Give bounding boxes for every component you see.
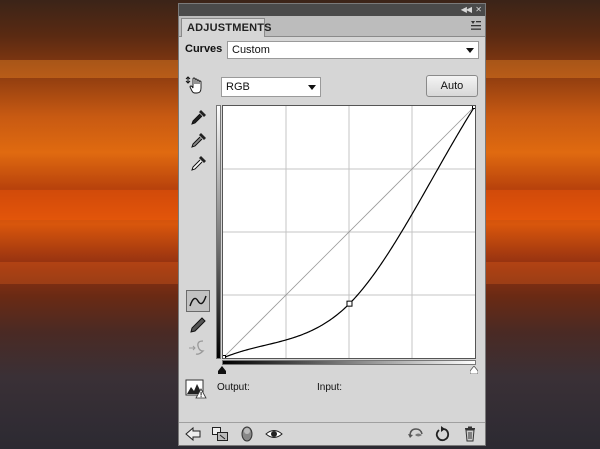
tab-adjustments[interactable]: ADJUSTMENTS bbox=[181, 18, 272, 37]
chevron-down-icon bbox=[466, 48, 474, 53]
reset-icon[interactable] bbox=[434, 426, 452, 442]
white-point-eyedropper-icon[interactable] bbox=[189, 153, 209, 173]
collapse-panel-icon[interactable]: ◀◀ bbox=[461, 5, 472, 15]
pencil-draw-icon[interactable] bbox=[188, 315, 208, 335]
view-previous-icon[interactable] bbox=[407, 426, 425, 442]
chevron-down-icon bbox=[308, 85, 316, 90]
curves-graph-svg[interactable] bbox=[223, 106, 475, 358]
on-image-adjust-icon[interactable] bbox=[185, 75, 205, 95]
expanded-view-icon[interactable] bbox=[211, 426, 229, 442]
panel-tab-strip: ADJUSTMENTS bbox=[179, 16, 485, 37]
channel-dropdown-value: RGB bbox=[226, 81, 250, 93]
preset-dropdown[interactable]: Custom bbox=[227, 41, 479, 59]
panel-bottom-toolbar bbox=[179, 422, 485, 445]
curve-control-point[interactable] bbox=[223, 355, 226, 359]
preset-dropdown-value: Custom bbox=[232, 44, 270, 56]
curve-control-point[interactable] bbox=[472, 106, 476, 109]
channel-dropdown[interactable]: RGB bbox=[221, 77, 321, 97]
auto-button[interactable]: Auto bbox=[426, 75, 478, 97]
curve-edit-points-icon[interactable] bbox=[186, 290, 210, 312]
output-label: Output: bbox=[217, 382, 250, 393]
input-gradient-bar bbox=[222, 360, 476, 365]
adjustment-type-label: Curves bbox=[185, 43, 223, 55]
tab-adjustments-label: ADJUSTMENTS bbox=[187, 22, 272, 34]
panel-menu-icon[interactable] bbox=[471, 21, 481, 30]
clip-to-layer-icon[interactable] bbox=[238, 426, 256, 442]
smooth-curve-icon bbox=[189, 340, 205, 355]
black-point-eyedropper-icon[interactable] bbox=[189, 107, 209, 127]
return-to-list-icon[interactable] bbox=[184, 426, 202, 442]
close-panel-icon[interactable]: ✕ bbox=[475, 5, 482, 15]
input-label: Input: bbox=[317, 382, 343, 393]
curve-control-point[interactable] bbox=[346, 300, 353, 307]
gray-point-eyedropper-icon[interactable] bbox=[189, 130, 209, 150]
trash-icon[interactable] bbox=[461, 426, 479, 442]
adjustments-panel: ◀◀ ✕ ADJUSTMENTS Curves Custom RGB Auto bbox=[178, 3, 486, 446]
panel-title-bar[interactable]: ◀◀ ✕ bbox=[179, 4, 485, 16]
curves-graph[interactable] bbox=[222, 105, 476, 359]
clipping-warning-icon[interactable] bbox=[185, 379, 207, 399]
black-point-slider[interactable] bbox=[218, 366, 226, 374]
white-point-slider[interactable] bbox=[470, 366, 478, 374]
output-gradient-bar bbox=[216, 105, 221, 359]
visibility-eye-icon[interactable] bbox=[265, 426, 283, 442]
